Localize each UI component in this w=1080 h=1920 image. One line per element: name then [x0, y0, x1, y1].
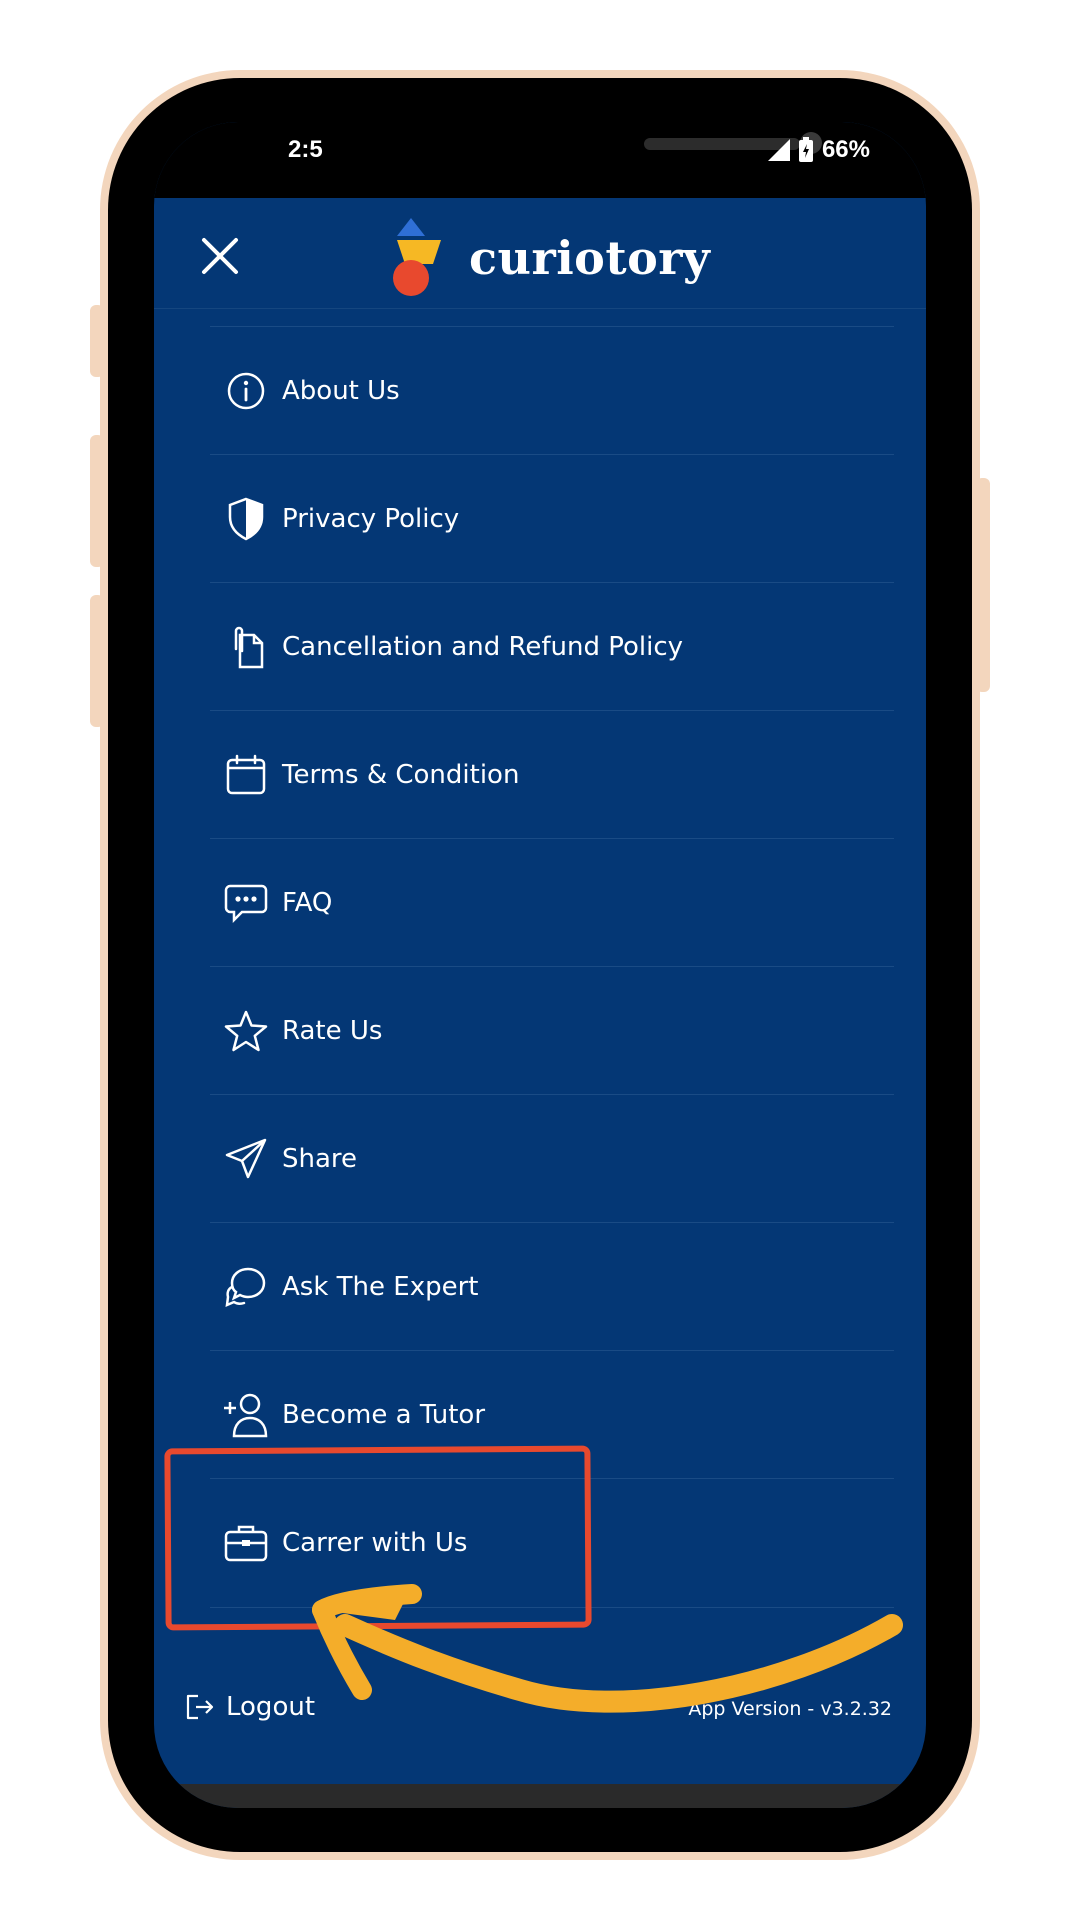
power-button: [976, 478, 990, 692]
volume-button: [90, 305, 104, 377]
highlight-annotation: [164, 1445, 592, 1631]
menu-item-label: Privacy Policy: [282, 504, 460, 534]
logout-icon: [186, 1694, 214, 1720]
calendar-icon: [222, 751, 270, 799]
info-icon: [222, 367, 270, 415]
status-indicators: 66%: [767, 136, 870, 164]
battery-icon: [798, 137, 813, 162]
logout-button[interactable]: Logout: [184, 1692, 315, 1722]
menu-item-label: About Us: [282, 376, 400, 406]
app-logo: curiotory: [389, 218, 710, 298]
menu-item-cancellation-refund[interactable]: Cancellation and Refund Policy: [210, 582, 894, 711]
chat-icon: [222, 1263, 270, 1311]
app-header: curiotory: [154, 198, 926, 309]
bottom-bar: [154, 1784, 926, 1808]
notch: [322, 122, 822, 182]
add-user-icon: [222, 1391, 270, 1439]
battery-percentage: 66%: [821, 136, 870, 163]
menu-item-privacy-policy[interactable]: Privacy Policy: [210, 454, 894, 583]
document-icon: [222, 623, 270, 671]
status-bar: 2:5 66%: [154, 122, 926, 198]
menu-item-terms[interactable]: Terms & Condition: [210, 710, 894, 839]
menu-item-label: Terms & Condition: [282, 760, 520, 790]
menu-item-label: Become a Tutor: [282, 1400, 486, 1430]
star-icon: [222, 1007, 270, 1055]
menu-item-label: Rate Us: [282, 1016, 383, 1046]
menu-item-about-us[interactable]: About Us: [210, 326, 894, 455]
logo-mark-icon: [393, 218, 441, 296]
menu-item-label: Share: [282, 1144, 358, 1174]
status-time: 2:5: [288, 136, 323, 163]
logo-text: curiotory: [469, 231, 711, 285]
volume-button: [90, 595, 104, 727]
volume-button: [90, 435, 104, 567]
menu-item-share[interactable]: Share: [210, 1094, 894, 1223]
close-icon[interactable]: [200, 236, 240, 276]
menu-item-ask-the-expert[interactable]: Ask The Expert: [210, 1222, 894, 1351]
send-icon: [222, 1135, 270, 1183]
shield-icon: [222, 495, 270, 543]
chat-bubble-icon: [222, 879, 270, 927]
app-version: App Version - v3.2.32: [688, 1698, 892, 1720]
menu-item-label: FAQ: [282, 888, 333, 918]
menu-item-label: Cancellation and Refund Policy: [282, 632, 684, 662]
menu-item-label: Ask The Expert: [282, 1272, 479, 1302]
menu-item-faq[interactable]: FAQ: [210, 838, 894, 967]
menu-item-rate-us[interactable]: Rate Us: [210, 966, 894, 1095]
logout-label: Logout: [226, 1692, 316, 1722]
drawer-footer: Logout App Version - v3.2.32: [154, 1682, 926, 1742]
signal-icon: [767, 139, 790, 161]
